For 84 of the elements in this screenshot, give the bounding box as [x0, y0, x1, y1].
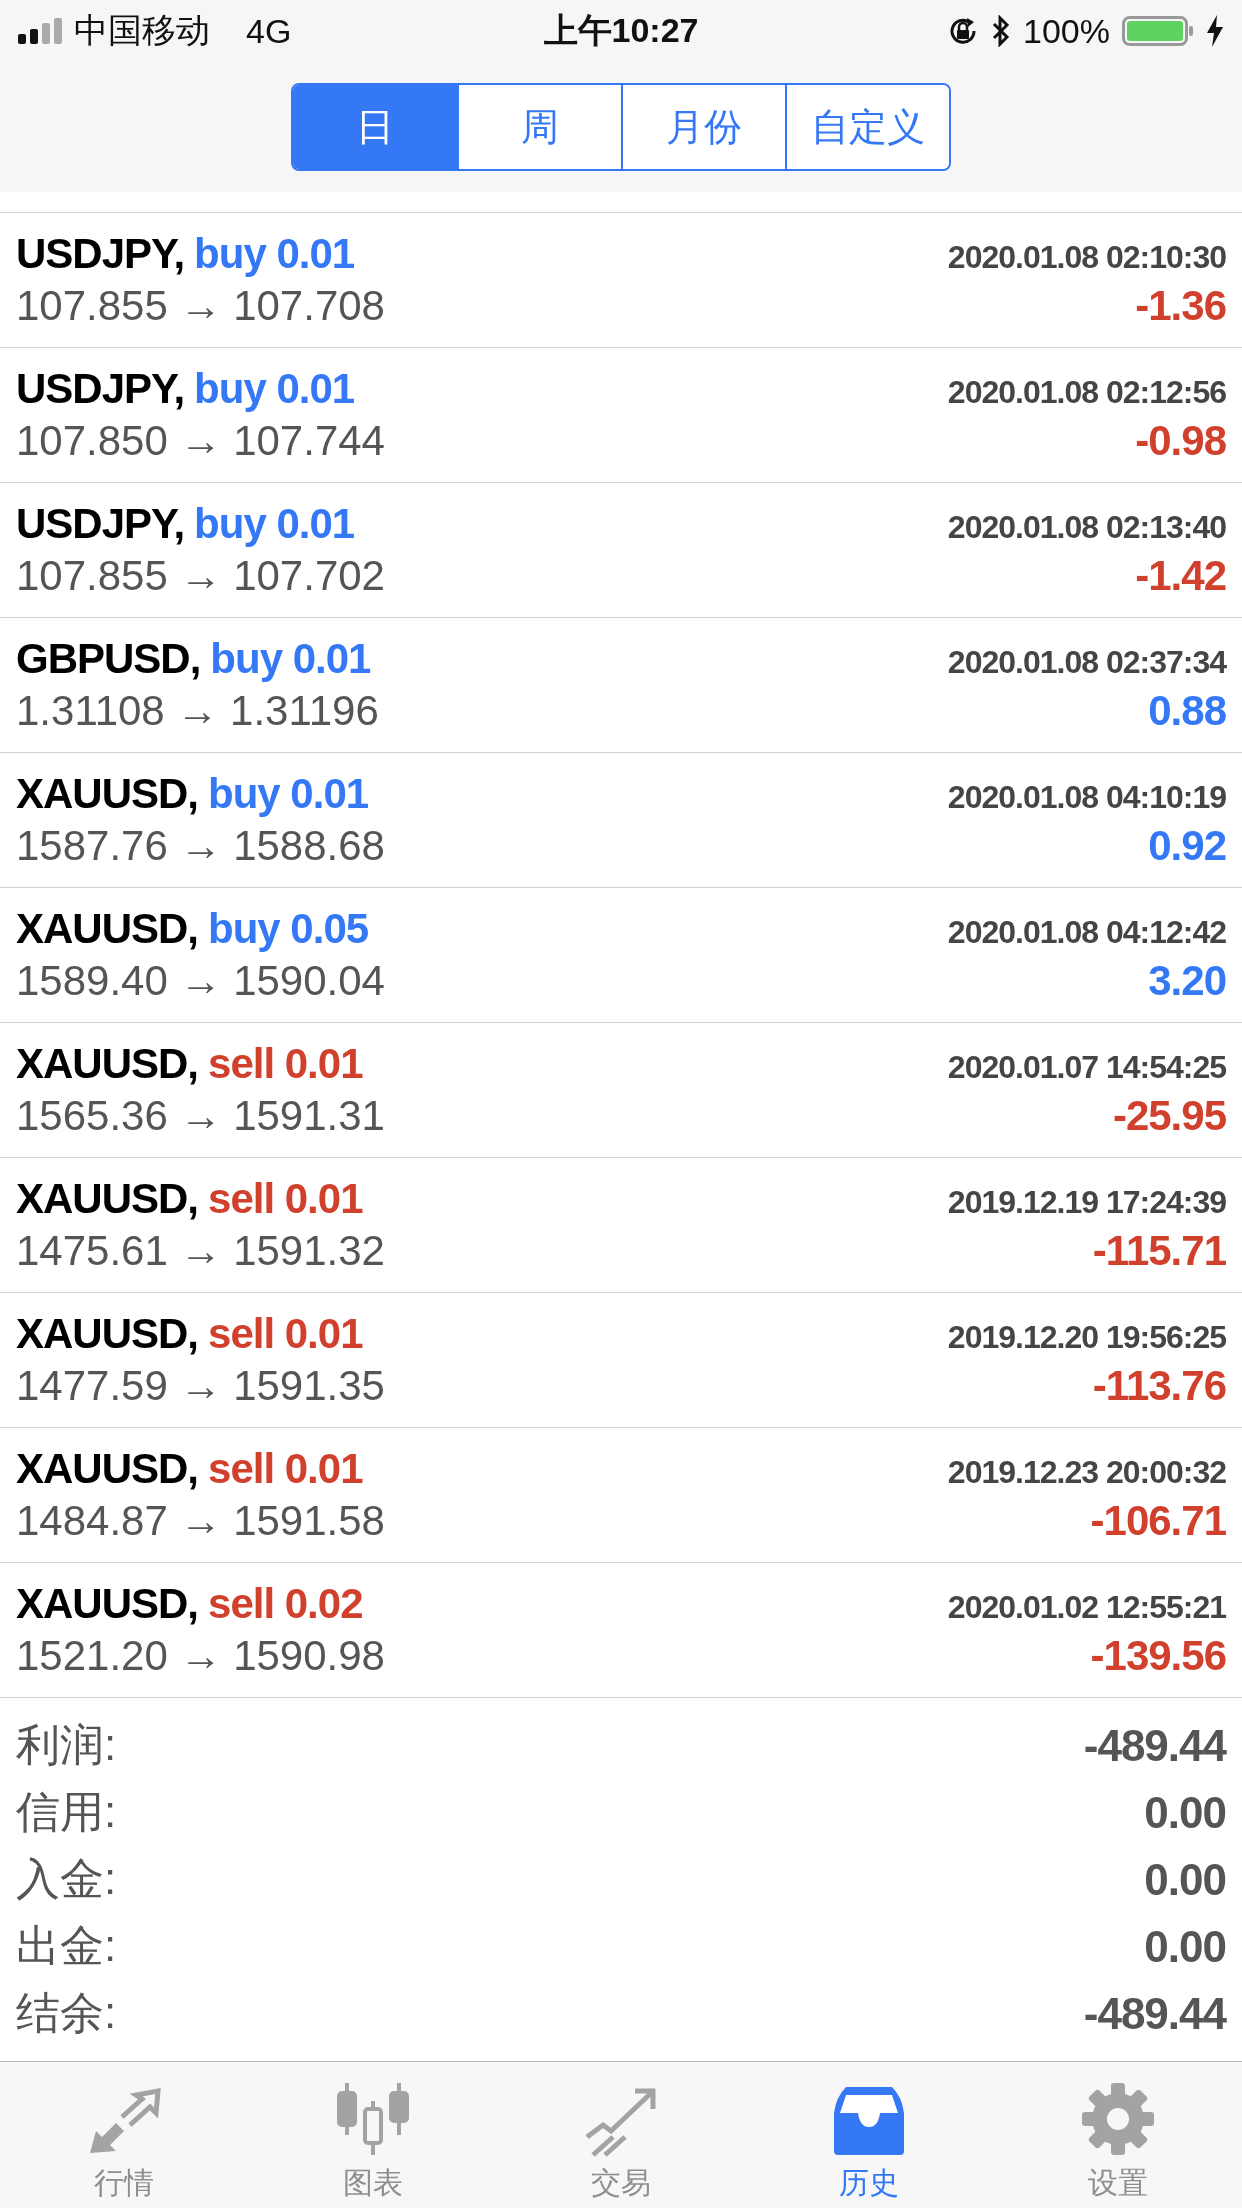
charging-icon	[1206, 15, 1224, 47]
summary-value: 0.00	[1144, 1854, 1226, 1905]
tab-bar-item[interactable]: 图表	[248, 2062, 497, 2208]
summary-value: -489.44	[1083, 1720, 1226, 1771]
price-range: 1.31108 → 1.31196	[16, 687, 379, 735]
trade-time: 2020.01.08 02:10:30	[947, 239, 1226, 276]
battery-percentage: 100%	[1023, 11, 1110, 51]
summary-label: 利润:	[16, 1719, 117, 1771]
profit-value: -1.36	[1135, 282, 1226, 330]
trade-time: 2019.12.20 19:56:25	[947, 1319, 1226, 1356]
order-label: sell 0.01	[208, 1040, 363, 1087]
profit-value: -139.56	[1090, 1632, 1226, 1680]
price-range: 107.855 → 107.702	[16, 552, 385, 600]
symbol-label: USDJPY,	[16, 365, 185, 412]
trade-time: 2020.01.07 14:54:25	[947, 1049, 1226, 1086]
trade-time: 2020.01.08 02:13:40	[947, 509, 1226, 546]
order-label: buy 0.01	[208, 770, 369, 817]
symbol-label: USDJPY,	[16, 230, 185, 277]
summary-label: 信用:	[16, 1786, 117, 1838]
symbol-label: XAUUSD,	[16, 770, 199, 817]
trade-time: 2020.01.02 12:55:21	[947, 1589, 1226, 1626]
price-range: 1521.20 → 1590.98	[16, 1632, 385, 1680]
symbol-label: XAUUSD,	[16, 1310, 199, 1357]
order-label: sell 0.01	[208, 1445, 363, 1492]
summary-value: -489.44	[1083, 1988, 1226, 2039]
order-label: buy 0.01	[194, 500, 355, 547]
settings-icon	[1079, 2081, 1156, 2157]
price-range: 1475.61 → 1591.32	[16, 1227, 385, 1275]
tab-bar-item[interactable]: 设置	[993, 2062, 1242, 2208]
symbol-label: XAUUSD,	[16, 1445, 199, 1492]
order-label: sell 0.01	[208, 1310, 363, 1357]
order-label: buy 0.01	[194, 230, 355, 277]
summary-label: 出金:	[16, 1920, 117, 1972]
profit-value: -0.98	[1135, 417, 1226, 465]
price-range: 1587.76 → 1588.68	[16, 822, 385, 870]
period-tab[interactable]: 月份	[621, 85, 785, 169]
period-tab[interactable]: 日	[293, 85, 457, 169]
tab-bar-item[interactable]: 行情	[0, 2062, 249, 2208]
battery-icon	[1122, 16, 1194, 46]
price-range: 107.850 → 107.744	[16, 417, 385, 465]
tab-bar-item[interactable]: 交易	[496, 2062, 746, 2208]
signal-icon	[18, 18, 62, 44]
price-range: 1565.36 → 1591.31	[16, 1092, 385, 1140]
symbol-label: GBPUSD,	[16, 635, 201, 682]
profit-value: -115.71	[1092, 1227, 1226, 1275]
profit-value: 0.88	[1148, 687, 1226, 735]
price-range: 107.855 → 107.708	[16, 282, 385, 330]
price-range: 1589.40 → 1590.04	[16, 957, 385, 1005]
order-label: buy 0.05	[208, 905, 369, 952]
profit-value: -113.76	[1092, 1362, 1226, 1410]
trade-time: 2019.12.23 20:00:32	[947, 1454, 1226, 1491]
profit-value: -1.42	[1135, 552, 1226, 600]
summary-label: 结余:	[16, 1987, 117, 2039]
symbol-label: XAUUSD,	[16, 1580, 199, 1627]
summary-value: 0.00	[1144, 1787, 1226, 1838]
period-tab[interactable]: 周	[457, 85, 621, 169]
trade-time: 2019.12.19 17:24:39	[947, 1184, 1226, 1221]
symbol-label: XAUUSD,	[16, 1040, 199, 1087]
period-tab[interactable]: 自定义	[785, 85, 949, 169]
carrier-name: 中国移动	[74, 10, 210, 51]
trade-time: 2020.01.08 02:12:56	[947, 374, 1226, 411]
trade-time: 2020.01.08 04:10:19	[947, 779, 1226, 816]
bluetooth-icon	[991, 15, 1012, 47]
order-label: sell 0.02	[208, 1580, 363, 1627]
price-range: 1484.87 → 1591.58	[16, 1497, 385, 1545]
summary-label: 入金:	[16, 1853, 117, 1905]
order-label: sell 0.01	[208, 1175, 363, 1222]
trade-time: 2020.01.08 02:37:34	[947, 644, 1226, 681]
clock-time: 上午10:27	[543, 10, 699, 51]
symbol-label: XAUUSD,	[16, 905, 199, 952]
profit-value: 0.92	[1148, 822, 1226, 870]
profit-value: 3.20	[1148, 957, 1226, 1005]
price-range: 1477.59 → 1591.35	[16, 1362, 385, 1410]
tab-bar-item[interactable]: 历史	[745, 2062, 994, 2208]
trade-time: 2020.01.08 04:12:42	[947, 914, 1226, 951]
summary-value: 0.00	[1144, 1921, 1226, 1972]
profit-value: -106.71	[1090, 1497, 1226, 1545]
order-label: buy 0.01	[194, 365, 355, 412]
candlestick-icon	[334, 2081, 411, 2157]
network-type: 4G	[246, 11, 292, 51]
symbol-label: USDJPY,	[16, 500, 185, 547]
order-label: buy 0.01	[210, 635, 371, 682]
profit-value: -25.95	[1112, 1092, 1226, 1140]
symbol-label: XAUUSD,	[16, 1175, 199, 1222]
